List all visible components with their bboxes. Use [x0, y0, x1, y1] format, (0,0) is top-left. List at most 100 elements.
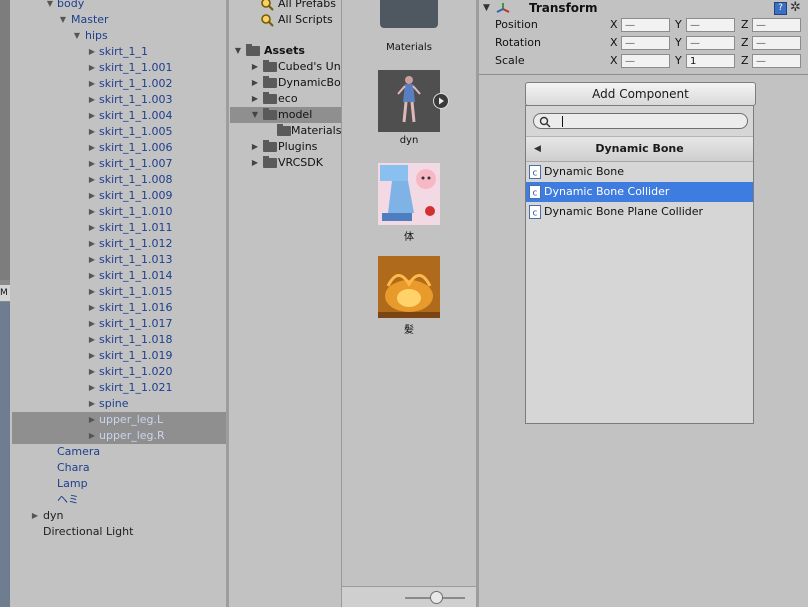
collapse-arrow-icon[interactable]: ▶	[250, 139, 260, 155]
hierarchy-item[interactable]: ▶ skirt_1_1.008	[12, 172, 226, 188]
collapse-arrow-icon[interactable]: ▶	[87, 92, 97, 108]
hierarchy-item[interactable]: ▶ skirt_1_1.011	[12, 220, 226, 236]
component-option[interactable]: c Dynamic Bone	[526, 162, 753, 182]
hierarchy-item[interactable]: Chara	[12, 460, 226, 476]
hierarchy-item[interactable]: ▶ dyn	[12, 508, 226, 524]
project-folder[interactable]: ▶ VRCSDK	[230, 155, 341, 171]
hierarchy-item[interactable]: ▶ skirt_1_1.013	[12, 252, 226, 268]
hierarchy-item[interactable]: ヘミ	[12, 492, 226, 508]
hierarchy-item[interactable]: ▼ body	[12, 0, 226, 12]
component-option[interactable]: c Dynamic Bone Collider	[526, 182, 753, 202]
hierarchy-item[interactable]: Directional Light	[12, 524, 226, 540]
panel-divider[interactable]	[226, 0, 229, 607]
collapse-arrow-icon[interactable]: ▶	[87, 156, 97, 172]
hierarchy-item[interactable]: ▶ skirt_1_1.007	[12, 156, 226, 172]
collapse-arrow-icon[interactable]: ▶	[87, 396, 97, 412]
hierarchy-item[interactable]: ▼ Master	[12, 12, 226, 28]
component-option[interactable]: c Dynamic Bone Plane Collider	[526, 202, 753, 222]
collapse-arrow-icon[interactable]: ▶	[87, 428, 97, 444]
collapse-arrow-icon[interactable]: ▶	[250, 155, 260, 171]
collapse-arrow-icon[interactable]: ▶	[87, 204, 97, 220]
position-y-field[interactable]: —	[686, 18, 735, 32]
expand-arrow-icon[interactable]: ▼	[58, 12, 68, 28]
expand-arrow-icon[interactable]: ▼	[72, 28, 82, 44]
collapse-arrow-icon[interactable]: ▶	[87, 300, 97, 316]
project-folder[interactable]: ▶ DynamicBone	[230, 75, 341, 91]
collapse-arrow-icon[interactable]: ▶	[87, 124, 97, 140]
collapse-arrow-icon[interactable]: ▶	[87, 60, 97, 76]
expand-arrow-icon[interactable]: ▼	[233, 43, 243, 59]
rotation-x-field[interactable]: —	[621, 36, 670, 50]
hierarchy-item[interactable]: ▶ skirt_1_1.019	[12, 348, 226, 364]
hierarchy-item[interactable]: ▶ skirt_1_1.018	[12, 332, 226, 348]
collapse-arrow-icon[interactable]: ▶	[87, 332, 97, 348]
hierarchy-item[interactable]: ▶ skirt_1_1.015	[12, 284, 226, 300]
hierarchy-item[interactable]: ▶ skirt_1_1.010	[12, 204, 226, 220]
scale-x-field[interactable]: —	[621, 54, 670, 68]
hierarchy-item[interactable]: ▶ skirt_1_1.005	[12, 124, 226, 140]
hierarchy-item[interactable]: ▶ upper_leg.L	[12, 412, 226, 428]
hierarchy-item[interactable]: ▶ upper_leg.R	[12, 428, 226, 444]
collapse-arrow-icon[interactable]: ▶	[87, 316, 97, 332]
assets-root[interactable]: ▼ Assets	[230, 43, 341, 59]
hierarchy-item[interactable]: ▶ skirt_1_1.006	[12, 140, 226, 156]
collapse-arrow-icon[interactable]: ▶	[87, 268, 97, 284]
rotation-y-field[interactable]: —	[686, 36, 735, 50]
hierarchy-item[interactable]: ▶ skirt_1_1	[12, 44, 226, 60]
hierarchy-item[interactable]: ▶ skirt_1_1.001	[12, 60, 226, 76]
hierarchy-item[interactable]: ▶ spine	[12, 396, 226, 412]
collapse-arrow-icon[interactable]: ▶	[87, 380, 97, 396]
project-folder[interactable]: ▶ Cubed's Unity Shaders	[230, 59, 341, 75]
hierarchy-item[interactable]: ▶ skirt_1_1.021	[12, 380, 226, 396]
project-folder[interactable]: Materials	[230, 123, 341, 139]
collapse-arrow-icon[interactable]: ▶	[87, 252, 97, 268]
search-input[interactable]	[533, 113, 748, 129]
collapse-arrow-icon[interactable]: ▶	[87, 236, 97, 252]
collapse-arrow-icon[interactable]: ▶	[87, 220, 97, 236]
scale-y-field[interactable]: 1	[686, 54, 735, 68]
rotation-z-field[interactable]: —	[752, 36, 801, 50]
position-x-field[interactable]: —	[621, 18, 670, 32]
expand-arrow-icon[interactable]: ▼	[250, 107, 260, 123]
play-preview-icon[interactable]	[433, 93, 449, 109]
hierarchy-item[interactable]: ▶ skirt_1_1.009	[12, 188, 226, 204]
add-component-button[interactable]: Add Component	[525, 82, 756, 106]
collapse-arrow-icon[interactable]: ▶	[87, 108, 97, 124]
collapse-arrow-icon[interactable]: ▶	[87, 412, 97, 428]
collapse-arrow-icon[interactable]: ▶	[87, 188, 97, 204]
hierarchy-item[interactable]: ▶ skirt_1_1.020	[12, 364, 226, 380]
collapse-arrow-icon[interactable]: ▶	[87, 76, 97, 92]
favorite-all-scripts[interactable]: All Scripts	[230, 12, 341, 28]
collapse-arrow-icon[interactable]: ▶	[30, 508, 40, 524]
collapse-arrow-icon[interactable]: ▶	[250, 59, 260, 75]
gear-icon[interactable]: ✲	[790, 0, 801, 15]
hierarchy-item[interactable]: ▶ skirt_1_1.014	[12, 268, 226, 284]
collapse-arrow-icon[interactable]: ▶	[87, 284, 97, 300]
project-folder[interactable]: ▶ Plugins	[230, 139, 341, 155]
help-icon[interactable]: ?	[774, 2, 787, 15]
expand-arrow-icon[interactable]: ▼	[45, 0, 55, 12]
collapse-arrow-icon[interactable]: ▶	[87, 364, 97, 380]
favorite-all-prefabs[interactable]: All Prefabs	[230, 0, 341, 12]
hierarchy-item[interactable]: ▶ skirt_1_1.004	[12, 108, 226, 124]
hierarchy-item[interactable]: ▶ skirt_1_1.016	[12, 300, 226, 316]
collapse-arrow-icon[interactable]: ▶	[87, 44, 97, 60]
hierarchy-item[interactable]: ▶ skirt_1_1.002	[12, 76, 226, 92]
collapse-arrow-icon[interactable]: ▶	[250, 91, 260, 107]
hierarchy-item[interactable]: ▶ skirt_1_1.003	[12, 92, 226, 108]
hierarchy-item[interactable]: Lamp	[12, 476, 226, 492]
collapse-arrow-icon[interactable]: ▶	[87, 348, 97, 364]
collapse-arrow-icon[interactable]: ▶	[87, 140, 97, 156]
hierarchy-item[interactable]: ▼ hips	[12, 28, 226, 44]
hierarchy-item[interactable]: ▶ skirt_1_1.012	[12, 236, 226, 252]
collapse-arrow-icon[interactable]: ▶	[250, 75, 260, 91]
position-z-field[interactable]: —	[752, 18, 801, 32]
foldout-arrow-icon[interactable]: ▼	[483, 3, 490, 13]
project-folder[interactable]: ▶ eco	[230, 91, 341, 107]
hierarchy-item[interactable]: ▶ skirt_1_1.017	[12, 316, 226, 332]
scene-tab[interactable]: M	[0, 285, 10, 301]
collapse-arrow-icon[interactable]: ▶	[87, 172, 97, 188]
hierarchy-item[interactable]: Camera	[12, 444, 226, 460]
project-folder[interactable]: ▼ model	[230, 107, 341, 123]
scale-z-field[interactable]: —	[752, 54, 801, 68]
